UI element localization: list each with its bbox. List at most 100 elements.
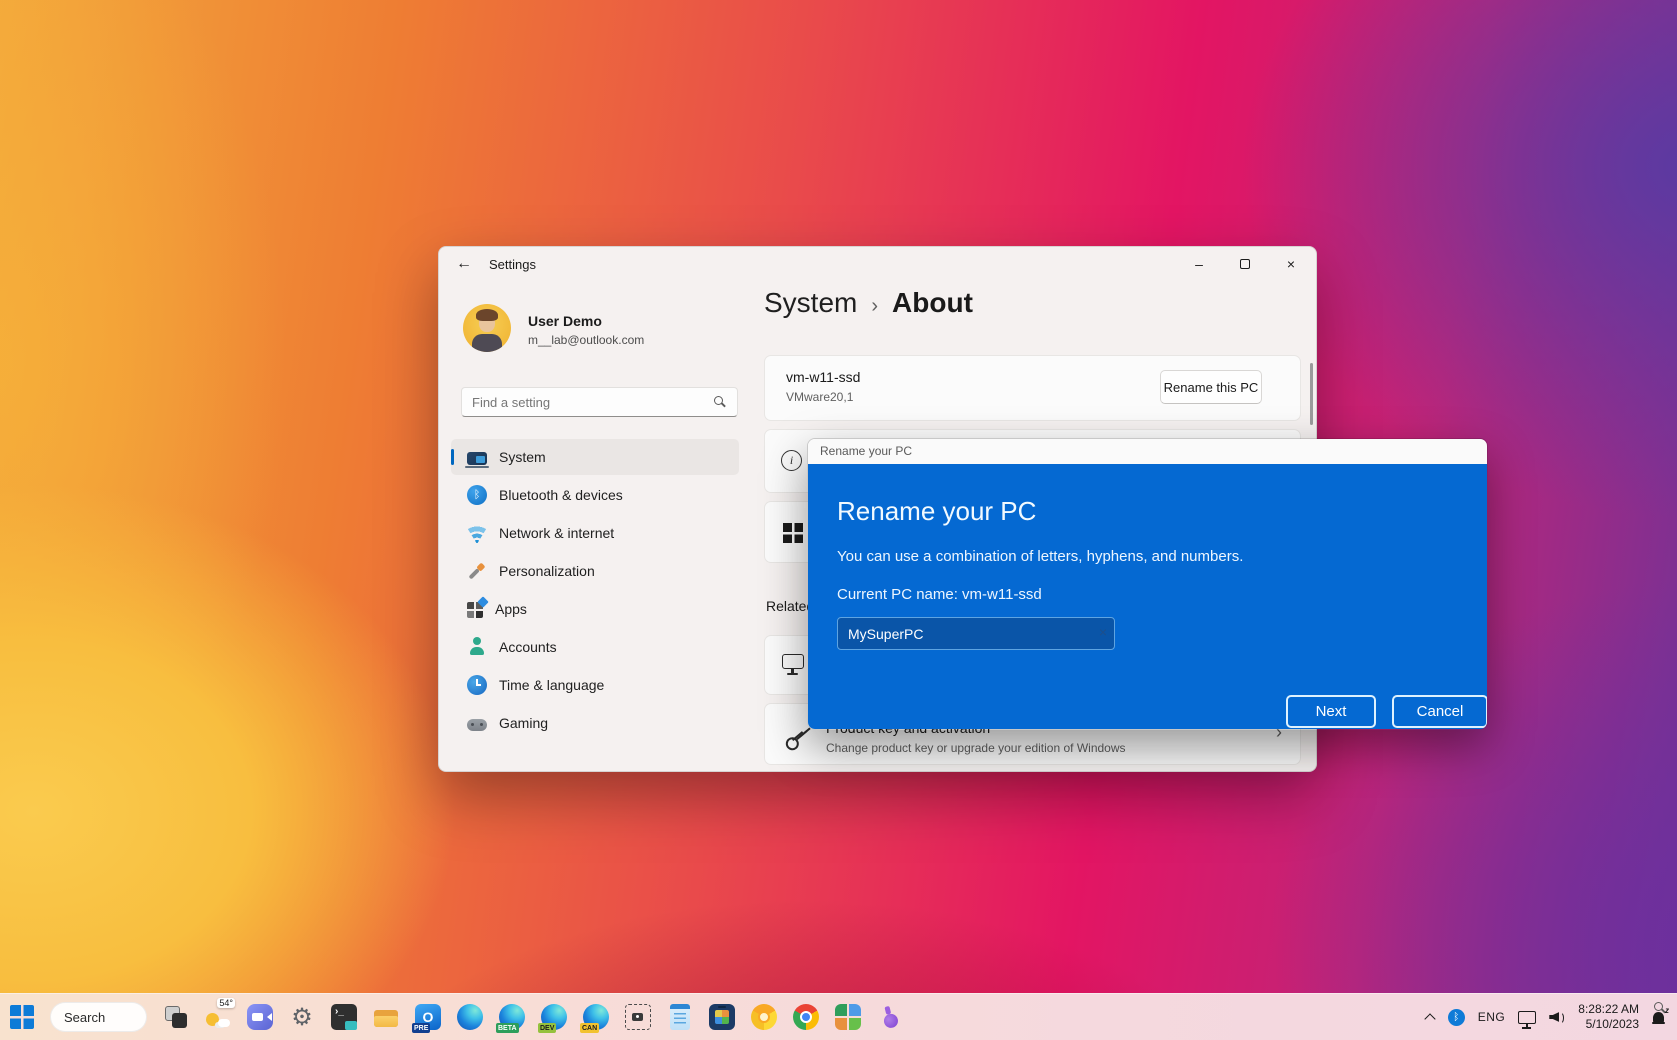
gaming-icon [467, 719, 487, 731]
sidebar-item-bluetooth[interactable]: ᛒ Bluetooth & devices [451, 477, 739, 513]
taskbar-search[interactable]: Search [50, 1002, 147, 1032]
sidebar-item-time-language[interactable]: Time & language [451, 667, 739, 703]
time-language-icon [467, 675, 487, 695]
device-model: VMware20,1 [786, 390, 853, 404]
edge-dev-badge: DEV [538, 1023, 556, 1033]
search-input[interactable] [472, 389, 702, 415]
edge-beta-icon[interactable]: BETA [499, 1004, 525, 1030]
monitor-icon [782, 654, 804, 669]
clear-input-icon[interactable]: × [1099, 624, 1107, 640]
sidebar-item-gaming[interactable]: Gaming [451, 705, 739, 741]
snipping-tool-icon[interactable] [625, 1004, 651, 1030]
breadcrumb-system[interactable]: System [764, 287, 857, 319]
settings-sidebar-nav: System ᛒ Bluetooth & devices Network & i… [451, 439, 739, 743]
rename-this-pc-button[interactable]: Rename this PC [1160, 370, 1262, 404]
network-tray-icon[interactable] [1518, 1011, 1536, 1024]
profile-name: User Demo [528, 313, 602, 329]
weather-icon[interactable]: 54° [205, 1004, 231, 1030]
personalization-icon [463, 557, 491, 585]
notification-bell-icon[interactable]: z [1652, 1010, 1667, 1024]
chat-icon[interactable] [247, 1004, 273, 1030]
volume-tray-icon[interactable] [1549, 1010, 1565, 1024]
system-tray: ᛒ ENG 8:28:22 AM 5/10/2023 z [1425, 994, 1667, 1040]
chrome-canary-icon[interactable] [751, 1004, 777, 1030]
pc-name-field: × [837, 617, 1115, 650]
bluetooth-tray-icon[interactable]: ᛒ [1448, 1009, 1465, 1026]
edge-beta-badge: BETA [496, 1023, 519, 1033]
bluetooth-icon: ᛒ [467, 485, 487, 505]
find-setting-search [461, 387, 738, 417]
pc-name-input[interactable] [848, 620, 1083, 647]
window-controls: – × [1176, 249, 1314, 279]
chrome-icon[interactable] [793, 1004, 819, 1030]
device-name-card: vm-w11-ssd VMware20,1 Rename this PC [764, 355, 1301, 421]
tray-overflow-chevron-icon[interactable] [1425, 1012, 1435, 1022]
sidebar-item-system[interactable]: System [451, 439, 739, 475]
sidebar-item-personalization[interactable]: Personalization [451, 553, 739, 589]
taskbar-icons: Search 54° ⚙ ›_ OPRE BETA DEV CAN [0, 1002, 903, 1032]
edge-icon[interactable] [457, 1004, 483, 1030]
clock[interactable]: 8:28:22 AM 5/10/2023 [1578, 1002, 1639, 1032]
settings-titlebar: ← Settings – × [439, 247, 1316, 281]
edge-canary-icon[interactable]: CAN [583, 1004, 609, 1030]
weather-label: 54° [217, 998, 235, 1008]
notepad-icon[interactable] [670, 1004, 690, 1030]
start-button[interactable] [10, 1005, 34, 1029]
page-title: About [892, 287, 973, 319]
edge-dev-icon[interactable]: DEV [541, 1004, 567, 1030]
windows-logo-icon [783, 523, 803, 543]
sidebar-item-label: System [499, 449, 546, 465]
back-arrow-icon[interactable]: ← [453, 255, 475, 275]
edge-canary-badge: CAN [580, 1023, 599, 1033]
outlook-icon[interactable]: OPRE [415, 1004, 441, 1030]
product-key-subtitle: Change product key or upgrade your editi… [826, 741, 1126, 755]
outlook-badge: PRE [412, 1023, 430, 1033]
info-icon: i [781, 450, 802, 471]
network-icon [467, 523, 487, 543]
dialog-body: Rename your PC You can use a combination… [808, 464, 1487, 730]
sidebar-item-label: Accounts [499, 639, 557, 655]
language-indicator[interactable]: ENG [1478, 1010, 1506, 1024]
task-view-icon[interactable] [163, 1004, 189, 1030]
devtoys-icon[interactable] [874, 1001, 906, 1033]
sidebar-item-label: Personalization [499, 563, 595, 579]
search-icon [714, 396, 723, 405]
sidebar-item-label: Bluetooth & devices [499, 487, 623, 503]
dev-home-icon[interactable] [835, 1004, 861, 1030]
dialog-heading: Rename your PC [837, 496, 1036, 527]
dialog-title: Rename your PC [820, 444, 912, 458]
maximize-icon [1240, 259, 1250, 269]
sidebar-item-label: Apps [495, 601, 527, 617]
sidebar-item-apps[interactable]: Apps [451, 591, 739, 627]
taskbar: Search 54° ⚙ ›_ OPRE BETA DEV CAN ᛒ ENG 8:28:2… [0, 993, 1677, 1040]
maximize-button[interactable] [1222, 249, 1268, 279]
next-button[interactable]: Next [1286, 695, 1376, 728]
settings-gear-icon[interactable]: ⚙ [289, 1004, 315, 1030]
scrollbar-thumb[interactable] [1310, 363, 1313, 425]
close-button[interactable]: × [1268, 249, 1314, 279]
cancel-button[interactable]: Cancel [1392, 695, 1488, 728]
avatar-body [472, 334, 502, 352]
terminal-icon[interactable]: ›_ [331, 1004, 357, 1030]
tray-time: 8:28:22 AM [1578, 1002, 1639, 1017]
chevron-right-icon: › [871, 295, 878, 318]
sidebar-item-accounts[interactable]: Accounts [451, 629, 739, 665]
desktop-wallpaper: ← Settings – × User Demo m__lab@outlook.… [0, 0, 1677, 1040]
search-label: Search [64, 1010, 105, 1025]
settings-gear-glyph: ⚙ [289, 1004, 315, 1030]
sidebar-item-label: Gaming [499, 715, 548, 731]
do-not-disturb-z: z [1665, 1006, 1669, 1015]
apps-icon [467, 602, 483, 618]
avatar [463, 304, 511, 352]
file-explorer-icon[interactable] [373, 1004, 399, 1030]
terminal-glyph: ›_ [331, 1004, 357, 1030]
user-profile[interactable]: User Demo m__lab@outlook.com [463, 304, 733, 356]
rename-pc-dialog: Rename your PC Rename your PC You can us… [807, 438, 1488, 730]
system-icon [467, 452, 487, 465]
dialog-description: You can use a combination of letters, hy… [837, 548, 1243, 565]
sidebar-item-network[interactable]: Network & internet [451, 515, 739, 551]
accounts-icon [467, 637, 487, 657]
toolbox-icon[interactable] [709, 1004, 735, 1030]
minimize-button[interactable]: – [1176, 249, 1222, 279]
window-title: Settings [489, 257, 536, 272]
